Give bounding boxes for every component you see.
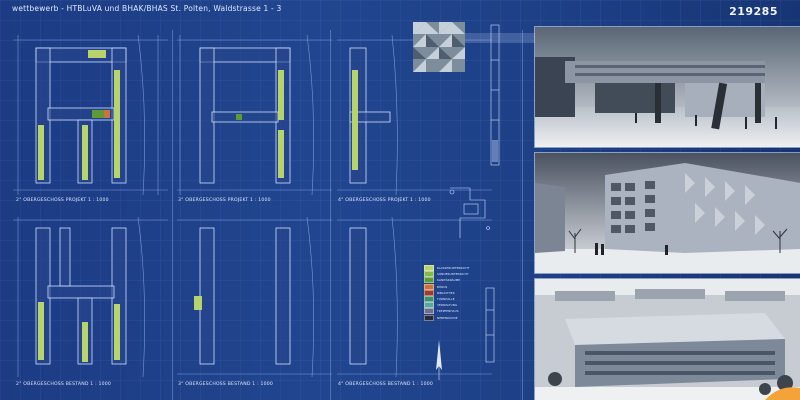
legend-swatch — [424, 314, 434, 321]
legend-swatch — [424, 308, 434, 315]
plan-caption: 4° OBERGESCHOSS PROJEKT 1 : 1000 — [338, 198, 431, 203]
site-plan-sketch — [440, 178, 500, 248]
render-courtyard-bridge — [534, 26, 800, 148]
plan-caption: 2° OBERGESCHOSS PROJEKT 1 : 1000 — [16, 198, 109, 203]
column-divider — [522, 30, 523, 400]
plan-caption: 3° OBERGESCHOSS BESTAND 1 : 1000 — [178, 382, 273, 387]
legend-swatch — [424, 289, 434, 296]
plan-legend: KLASSENUNTERRICHT SONDERUNTERRICHT SANIT… — [424, 265, 504, 321]
legend-swatch — [424, 296, 434, 303]
poster-title: wettbewerb - HTBLuVA und BHAK/BHAS St. P… — [12, 4, 282, 13]
legend-swatch — [424, 271, 434, 278]
competition-poster: wettbewerb - HTBLuVA und BHAK/BHAS St. P… — [0, 0, 800, 400]
legend-item: NEBENRÄUME — [424, 314, 504, 321]
facade-pattern-tile — [413, 22, 465, 72]
floor-plan-3og-projekt — [172, 30, 336, 198]
legend-swatch — [424, 265, 434, 272]
legend-swatch — [424, 302, 434, 309]
plan-caption: 4° OBERGESCHOSS BESTAND 1 : 1000 — [338, 382, 433, 387]
floor-plan-3og-bestand — [172, 212, 336, 380]
plan-caption: 2° OBERGESCHOSS BESTAND 1 : 1000 — [16, 382, 111, 387]
entry-code: 219285 — [729, 5, 778, 18]
plan-caption: 3° OBERGESCHOSS PROJEKT 1 : 1000 — [178, 198, 271, 203]
legend-swatch — [424, 277, 434, 284]
floor-plan-2og-projekt — [8, 30, 172, 198]
floor-plan-2og-bestand — [8, 212, 172, 380]
section-drawing — [485, 20, 505, 170]
render-facade — [534, 152, 800, 274]
legend-swatch — [424, 283, 434, 290]
north-arrow-icon — [432, 340, 446, 380]
orange-accent-shape — [760, 382, 800, 400]
